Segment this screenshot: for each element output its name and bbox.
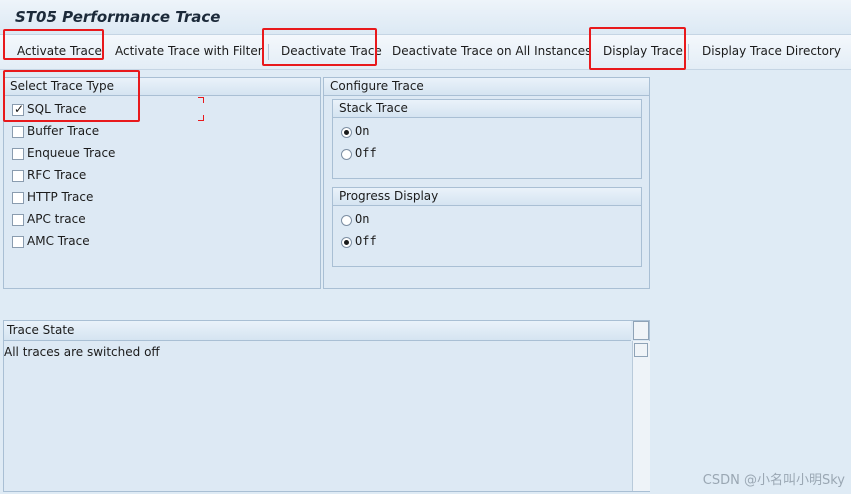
focus-corner (198, 97, 204, 103)
radio-icon[interactable] (341, 127, 352, 138)
vertical-scrollbar[interactable] (632, 341, 650, 491)
radio-icon[interactable] (341, 149, 352, 160)
watermark: CSDN @小名叫小明Sky (702, 473, 845, 488)
enqueue-trace-label: Enqueue Trace (27, 146, 116, 160)
checkbox-icon[interactable] (12, 170, 24, 182)
progress-display-title: Progress Display (339, 189, 439, 203)
radio-selected-dot (344, 130, 349, 135)
stack-trace-header: Stack Trace (333, 100, 641, 118)
highlight-display-trace (589, 27, 686, 70)
title-bar: ST05 Performance Trace (0, 0, 851, 35)
checkbox-icon[interactable] (12, 236, 24, 248)
checkbox-icon[interactable] (12, 148, 24, 160)
stack-trace-title: Stack Trace (339, 101, 408, 115)
trace-state-header: Trace State (4, 321, 631, 341)
highlight-deactivate-trace (262, 28, 377, 66)
rfc-trace-label: RFC Trace (27, 168, 87, 182)
highlight-activate-trace (3, 29, 104, 60)
display-trace-directory-button[interactable]: Display Trace Directory (702, 44, 841, 58)
highlight-sql-trace (3, 70, 140, 122)
configure-trace-title: Configure Trace (330, 79, 424, 93)
progress-display-header: Progress Display (333, 188, 641, 206)
radio-selected-dot (344, 240, 349, 245)
stack-trace-on-label: On (355, 124, 370, 138)
configure-trace-header: Configure Trace (324, 78, 649, 96)
focus-corner (198, 115, 204, 121)
progress-display-off-label: Off (355, 234, 377, 248)
page-title: ST05 Performance Trace (15, 8, 221, 26)
configure-trace-panel: Configure Trace Stack Trace On Off Progr… (323, 77, 650, 289)
trace-state-text: All traces are switched off (4, 345, 160, 359)
checkbox-icon[interactable] (12, 126, 24, 138)
application-toolbar: Activate Trace Activate Trace with Filte… (0, 35, 851, 70)
deactivate-trace-all-instances-button[interactable]: Deactivate Trace on All Instances (392, 44, 591, 58)
stack-trace-off-label: Off (355, 146, 377, 160)
scroll-up-button[interactable] (634, 343, 648, 357)
toolbar-separator (688, 44, 689, 60)
http-trace-label: HTTP Trace (27, 190, 94, 204)
checkbox-icon[interactable] (12, 214, 24, 226)
apc-trace-label: APC trace (27, 212, 86, 226)
radio-icon[interactable] (341, 215, 352, 226)
trace-state-panel: Trace State All traces are switched off (3, 320, 650, 492)
trace-state-title: Trace State (7, 323, 75, 337)
amc-trace-label: AMC Trace (27, 234, 90, 248)
activate-trace-with-filter-button[interactable]: Activate Trace with Filter (115, 44, 263, 58)
buffer-trace-label: Buffer Trace (27, 124, 100, 138)
stack-trace-group: Stack Trace On Off (332, 99, 642, 179)
progress-display-group: Progress Display On Off (332, 187, 642, 267)
radio-icon[interactable] (341, 237, 352, 248)
checkbox-icon[interactable] (12, 192, 24, 204)
column-settings-button[interactable] (633, 321, 649, 340)
progress-display-on-label: On (355, 212, 370, 226)
